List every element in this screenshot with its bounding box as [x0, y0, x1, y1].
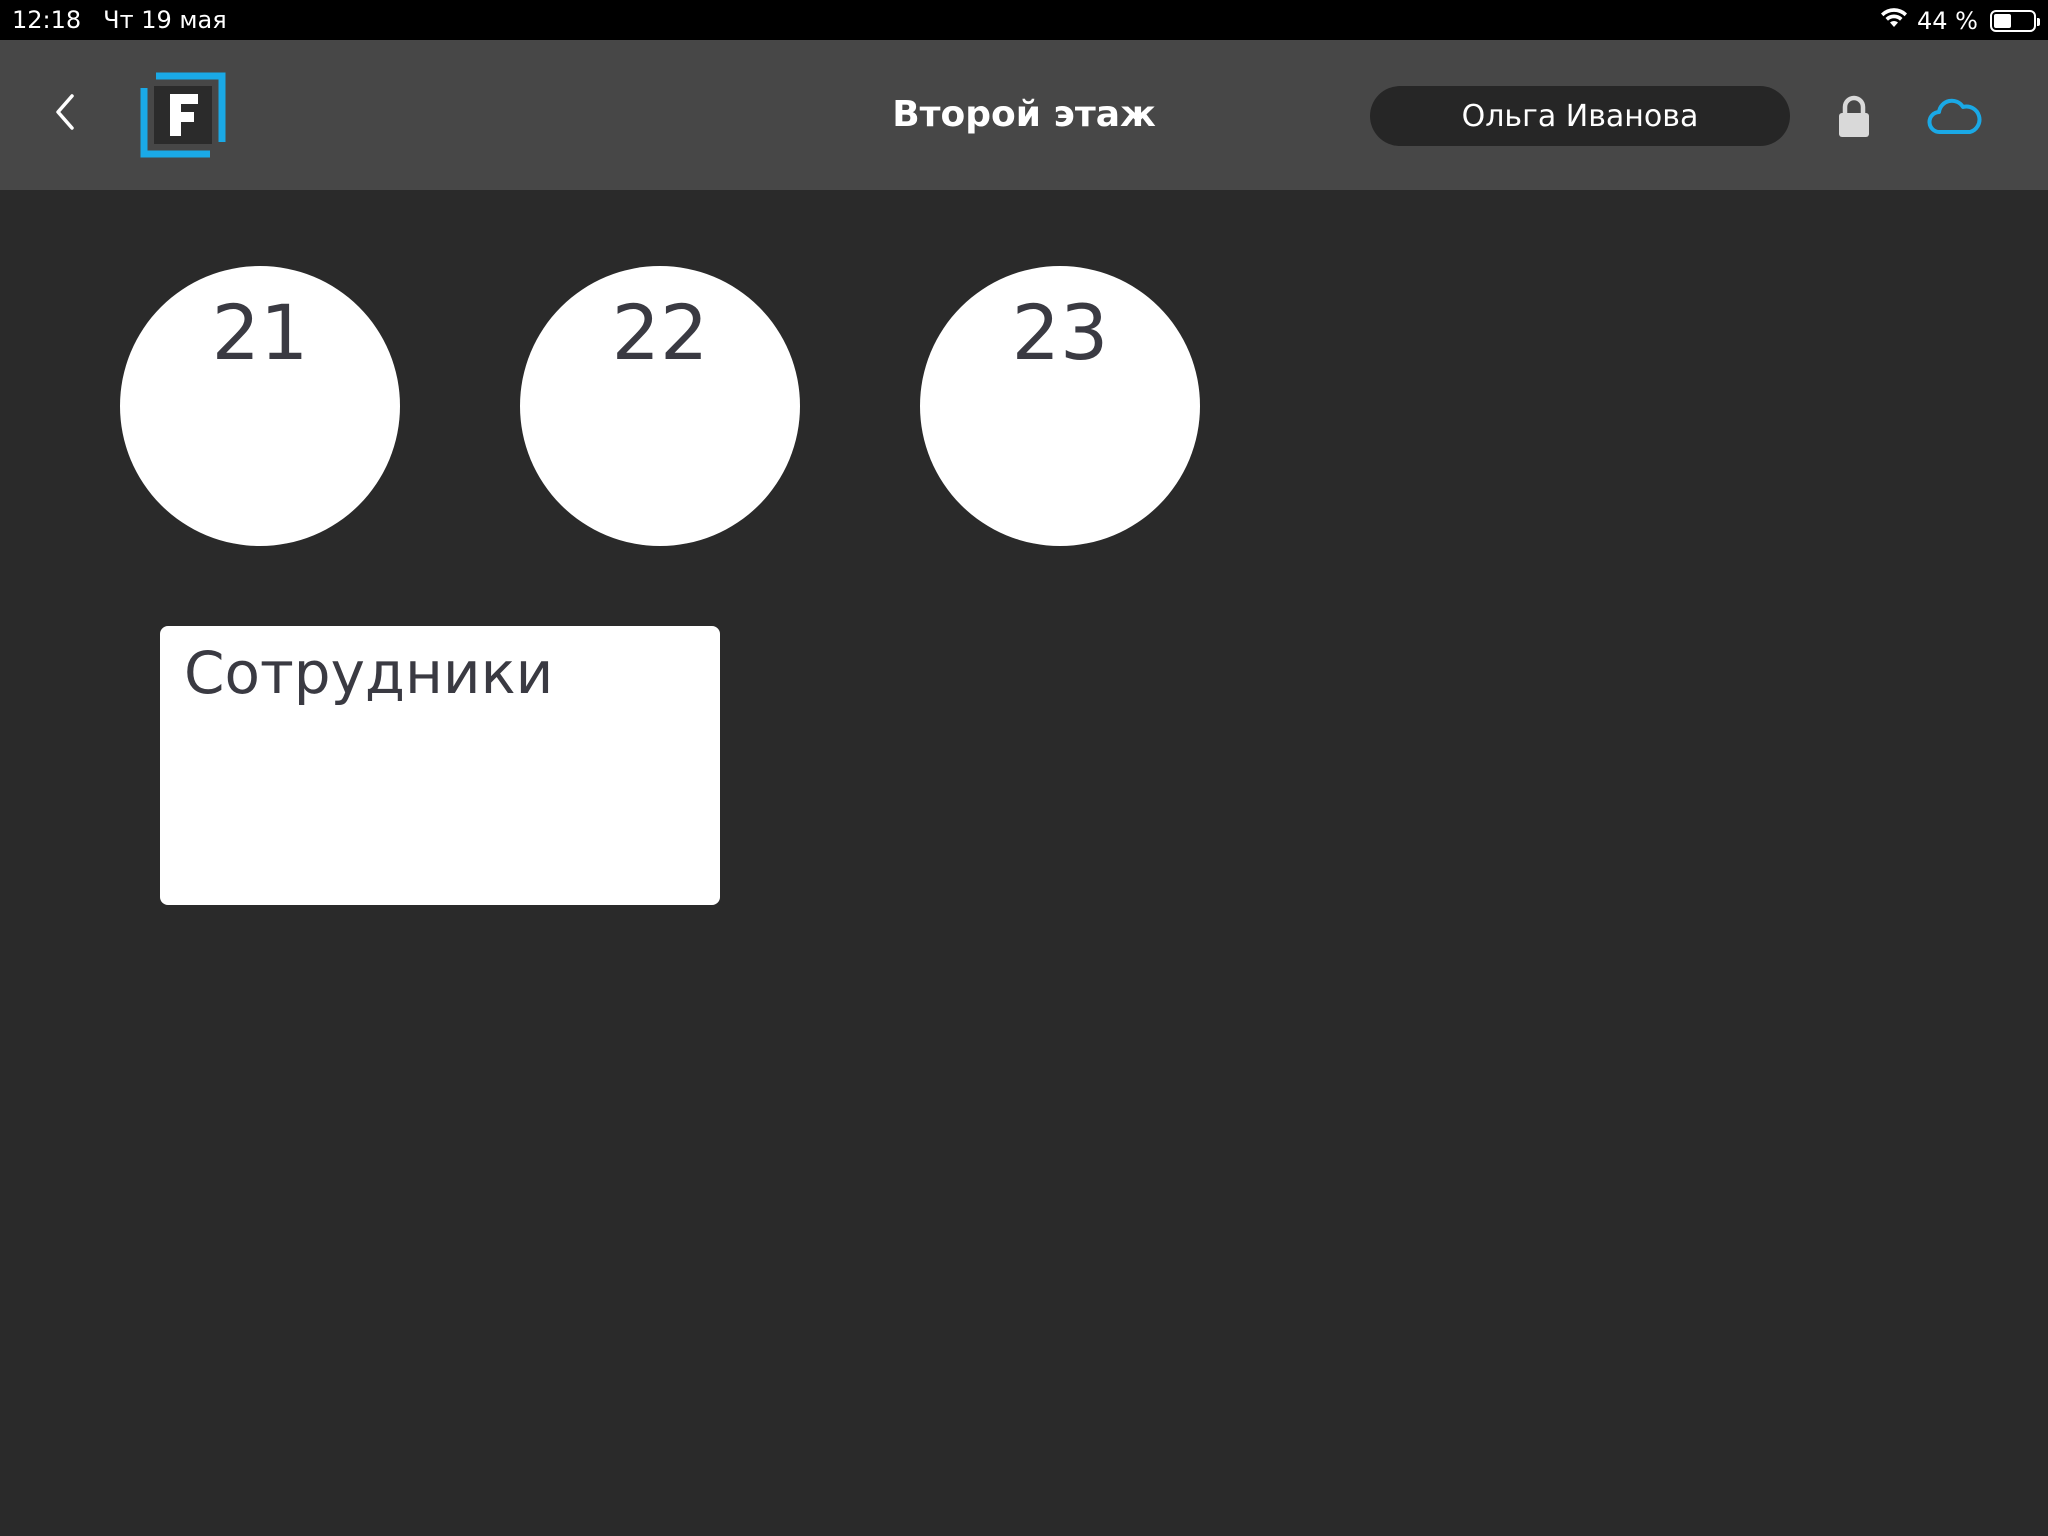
staff-card-label: Сотрудники — [184, 639, 554, 707]
table-22[interactable]: 22 — [520, 266, 800, 546]
status-date: Чт 19 мая — [103, 6, 227, 34]
wifi-icon — [1879, 5, 1909, 36]
lock-icon — [1836, 95, 1872, 142]
staff-card[interactable]: Сотрудники — [160, 626, 720, 905]
cloud-icon — [1926, 98, 1982, 142]
user-name-label: Ольга Иванова — [1461, 98, 1699, 134]
status-right: 44 % — [1879, 5, 2040, 36]
back-button[interactable] — [40, 84, 90, 144]
battery-fill — [1994, 13, 2011, 28]
app-logo — [140, 72, 226, 158]
battery-percent: 44 % — [1917, 6, 1978, 35]
table-number: 22 — [611, 288, 709, 377]
table-number: 21 — [211, 288, 309, 377]
table-number: 23 — [1011, 288, 1109, 377]
header-bar: Второй этаж Ольга Иванова — [0, 40, 2048, 190]
lock-button[interactable] — [1836, 94, 1872, 138]
status-bar: 12:18 Чт 19 мая 44 % — [0, 0, 2048, 40]
user-name-button[interactable]: Ольга Иванова — [1370, 86, 1790, 146]
cloud-sync-button[interactable] — [1926, 94, 1982, 138]
status-time: 12:18 — [12, 6, 82, 34]
status-left: 12:18 Чт 19 мая — [12, 5, 227, 35]
table-23[interactable]: 23 — [920, 266, 1200, 546]
battery-icon — [1990, 9, 2040, 32]
chevron-left-icon — [50, 90, 80, 138]
table-21[interactable]: 21 — [120, 266, 400, 546]
